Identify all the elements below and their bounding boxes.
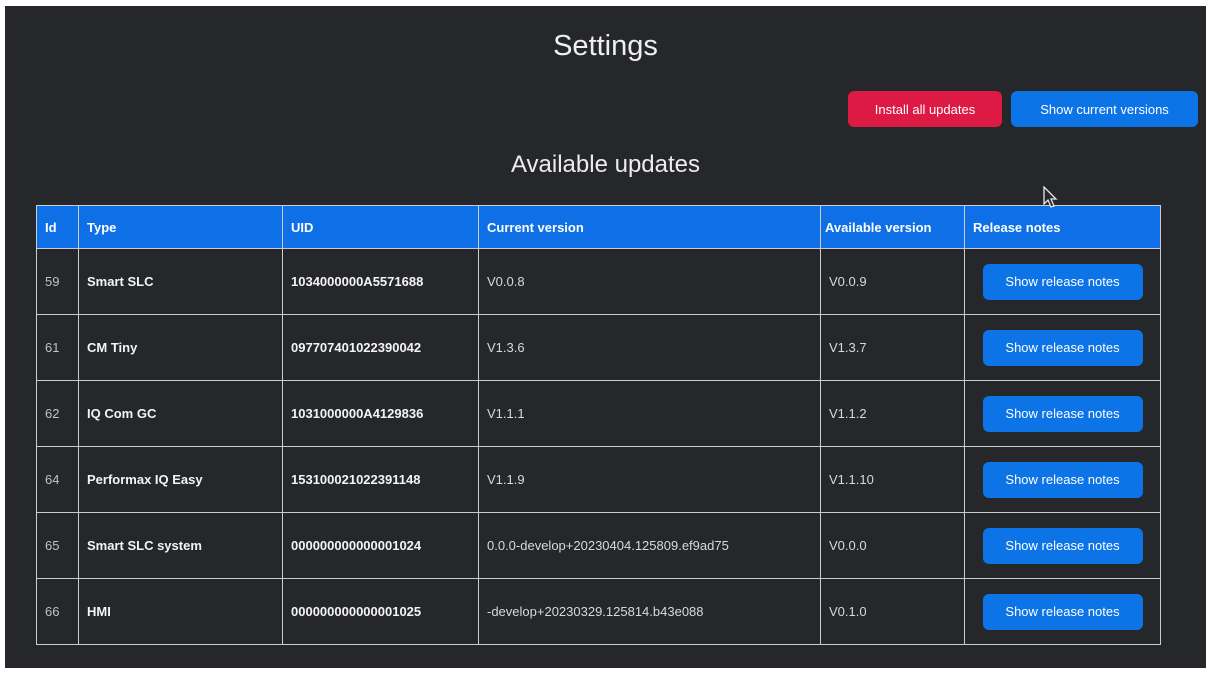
column-header-release-notes: Release notes xyxy=(964,205,1161,249)
show-release-notes-button[interactable]: Show release notes xyxy=(982,263,1143,300)
install-all-updates-button[interactable]: Install all updates xyxy=(848,91,1002,127)
cell-id: 64 xyxy=(36,446,79,513)
table-row: 64 Performax IQ Easy 153100021022391148 … xyxy=(36,446,1161,513)
cell-current-version: V1.3.6 xyxy=(478,314,821,381)
cell-current-version: 0.0.0-develop+20230404.125809.ef9ad75 xyxy=(478,512,821,579)
cell-release-notes: Show release notes xyxy=(964,446,1161,513)
cell-type: Smart SLC xyxy=(78,248,283,315)
cell-release-notes: Show release notes xyxy=(964,314,1161,381)
cell-available-version: V1.1.10 xyxy=(820,446,965,513)
cell-uid: 153100021022391148 xyxy=(282,446,479,513)
cell-available-version: V0.0.0 xyxy=(820,512,965,579)
table-row: 62 IQ Com GC 1031000000A4129836 V1.1.1 V… xyxy=(36,380,1161,447)
cell-current-version: V1.1.1 xyxy=(478,380,821,447)
cell-current-version: -develop+20230329.125814.b43e088 xyxy=(478,578,821,645)
cell-uid: 1034000000A5571688 xyxy=(282,248,479,315)
cell-type: IQ Com GC xyxy=(78,380,283,447)
cell-type: HMI xyxy=(78,578,283,645)
cell-current-version: V0.0.8 xyxy=(478,248,821,315)
cell-id: 65 xyxy=(36,512,79,579)
column-header-current-version: Current version xyxy=(478,205,821,249)
cell-id: 66 xyxy=(36,578,79,645)
cell-id: 59 xyxy=(36,248,79,315)
cell-uid: 097707401022390042 xyxy=(282,314,479,381)
column-header-uid: UID xyxy=(282,205,479,249)
table-row: 66 HMI 000000000000001025 -develop+20230… xyxy=(36,578,1161,645)
cell-uid: 000000000000001025 xyxy=(282,578,479,645)
cell-id: 61 xyxy=(36,314,79,381)
cell-type: Performax IQ Easy xyxy=(78,446,283,513)
cell-available-version: V0.0.9 xyxy=(820,248,965,315)
column-header-id: Id xyxy=(36,205,79,249)
cell-type: CM Tiny xyxy=(78,314,283,381)
cell-release-notes: Show release notes xyxy=(964,380,1161,447)
page-title: Settings xyxy=(553,30,658,62)
cell-available-version: V0.1.0 xyxy=(820,578,965,645)
updates-table: Id Type UID Current version Available ve… xyxy=(36,205,1161,645)
mouse-pointer-icon xyxy=(1043,186,1058,208)
cell-uid: 000000000000001024 xyxy=(282,512,479,579)
show-release-notes-button[interactable]: Show release notes xyxy=(982,395,1143,432)
show-release-notes-button[interactable]: Show release notes xyxy=(982,461,1143,498)
table-row: 65 Smart SLC system 000000000000001024 0… xyxy=(36,512,1161,579)
cell-type: Smart SLC system xyxy=(78,512,283,579)
table-header-row: Id Type UID Current version Available ve… xyxy=(36,205,1161,249)
settings-page: Settings Install all updates Show curren… xyxy=(5,6,1206,668)
cell-available-version: V1.1.2 xyxy=(820,380,965,447)
table-row: 61 CM Tiny 097707401022390042 V1.3.6 V1.… xyxy=(36,314,1161,381)
show-current-versions-button[interactable]: Show current versions xyxy=(1011,91,1198,127)
cell-uid: 1031000000A4129836 xyxy=(282,380,479,447)
table-row: 59 Smart SLC 1034000000A5571688 V0.0.8 V… xyxy=(36,248,1161,315)
available-updates-heading: Available updates xyxy=(510,151,701,178)
cell-release-notes: Show release notes xyxy=(964,578,1161,645)
show-release-notes-button[interactable]: Show release notes xyxy=(982,593,1143,630)
show-release-notes-button[interactable]: Show release notes xyxy=(982,329,1143,366)
cell-id: 62 xyxy=(36,380,79,447)
cell-current-version: V1.1.9 xyxy=(478,446,821,513)
cell-release-notes: Show release notes xyxy=(964,512,1161,579)
column-header-type: Type xyxy=(78,205,283,249)
cell-release-notes: Show release notes xyxy=(964,248,1161,315)
column-header-available-version: Available version xyxy=(820,205,965,249)
show-release-notes-button[interactable]: Show release notes xyxy=(982,527,1143,564)
cell-available-version: V1.3.7 xyxy=(820,314,965,381)
